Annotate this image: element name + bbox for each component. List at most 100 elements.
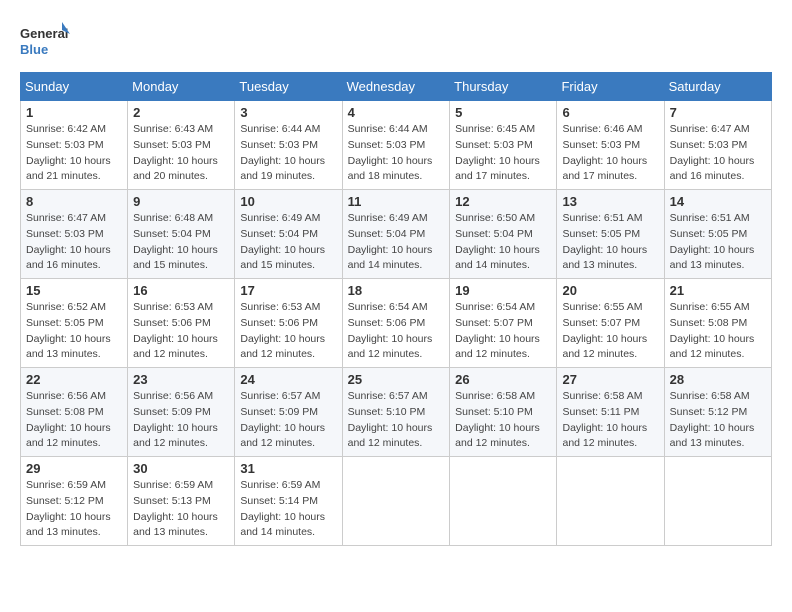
day-number: 7	[670, 105, 766, 120]
day-info: Sunrise: 6:46 AMSunset: 5:03 PMDaylight:…	[562, 122, 658, 185]
day-cell-29: 29 Sunrise: 6:59 AMSunset: 5:12 PMDayligh…	[21, 457, 128, 546]
day-number: 2	[133, 105, 229, 120]
day-number: 23	[133, 372, 229, 387]
day-number: 12	[455, 194, 551, 209]
day-number: 19	[455, 283, 551, 298]
day-info: Sunrise: 6:58 AMSunset: 5:12 PMDaylight:…	[670, 389, 766, 452]
empty-day-cell	[342, 457, 450, 546]
day-number: 13	[562, 194, 658, 209]
day-number: 28	[670, 372, 766, 387]
day-info: Sunrise: 6:44 AMSunset: 5:03 PMDaylight:…	[240, 122, 336, 185]
day-cell-17: 17 Sunrise: 6:53 AMSunset: 5:06 PMDayligh…	[235, 279, 342, 368]
day-cell-16: 16 Sunrise: 6:53 AMSunset: 5:06 PMDayligh…	[128, 279, 235, 368]
day-number: 6	[562, 105, 658, 120]
calendar-week-row: 29 Sunrise: 6:59 AMSunset: 5:12 PMDayligh…	[21, 457, 772, 546]
day-info: Sunrise: 6:54 AMSunset: 5:06 PMDaylight:…	[348, 300, 445, 363]
day-info: Sunrise: 6:56 AMSunset: 5:08 PMDaylight:…	[26, 389, 122, 452]
day-info: Sunrise: 6:55 AMSunset: 5:07 PMDaylight:…	[562, 300, 658, 363]
day-cell-4: 4 Sunrise: 6:44 AMSunset: 5:03 PMDaylight…	[342, 101, 450, 190]
day-cell-3: 3 Sunrise: 6:44 AMSunset: 5:03 PMDaylight…	[235, 101, 342, 190]
day-info: Sunrise: 6:52 AMSunset: 5:05 PMDaylight:…	[26, 300, 122, 363]
day-info: Sunrise: 6:59 AMSunset: 5:14 PMDaylight:…	[240, 478, 336, 541]
day-info: Sunrise: 6:53 AMSunset: 5:06 PMDaylight:…	[240, 300, 336, 363]
day-info: Sunrise: 6:49 AMSunset: 5:04 PMDaylight:…	[240, 211, 336, 274]
day-cell-1: 1 Sunrise: 6:42 AMSunset: 5:03 PMDaylight…	[21, 101, 128, 190]
day-info: Sunrise: 6:59 AMSunset: 5:12 PMDaylight:…	[26, 478, 122, 541]
day-cell-22: 22Sunrise: 6:56 AMSunset: 5:08 PMDayligh…	[21, 368, 128, 457]
day-header-sunday: Sunday	[21, 73, 128, 101]
day-cell-18: 18Sunrise: 6:54 AMSunset: 5:06 PMDayligh…	[342, 279, 450, 368]
day-info: Sunrise: 6:44 AMSunset: 5:03 PMDaylight:…	[348, 122, 445, 185]
day-cell-10: 10 Sunrise: 6:49 AMSunset: 5:04 PMDayligh…	[235, 190, 342, 279]
day-number: 24	[240, 372, 336, 387]
day-cell-24: 24 Sunrise: 6:57 AMSunset: 5:09 PMDayligh…	[235, 368, 342, 457]
day-number: 21	[670, 283, 766, 298]
day-number: 31	[240, 461, 336, 476]
day-cell-12: 12 Sunrise: 6:50 AMSunset: 5:04 PMDayligh…	[450, 190, 557, 279]
svg-text:Blue: Blue	[20, 42, 48, 57]
day-info: Sunrise: 6:51 AMSunset: 5:05 PMDaylight:…	[670, 211, 766, 274]
day-number: 3	[240, 105, 336, 120]
day-info: Sunrise: 6:50 AMSunset: 5:04 PMDaylight:…	[455, 211, 551, 274]
day-cell-19: 19 Sunrise: 6:54 AMSunset: 5:07 PMDayligh…	[450, 279, 557, 368]
day-cell-27: 27 Sunrise: 6:58 AMSunset: 5:11 PMDayligh…	[557, 368, 664, 457]
day-cell-2: 2 Sunrise: 6:43 AMSunset: 5:03 PMDaylight…	[128, 101, 235, 190]
calendar-header-row: SundayMondayTuesdayWednesdayThursdayFrid…	[21, 73, 772, 101]
calendar-week-row: 15Sunrise: 6:52 AMSunset: 5:05 PMDayligh…	[21, 279, 772, 368]
day-cell-23: 23 Sunrise: 6:56 AMSunset: 5:09 PMDayligh…	[128, 368, 235, 457]
page-container: General Blue SundayMondayTuesdayWednesda…	[20, 20, 772, 546]
day-info: Sunrise: 6:54 AMSunset: 5:07 PMDaylight:…	[455, 300, 551, 363]
day-header-monday: Monday	[128, 73, 235, 101]
day-header-friday: Friday	[557, 73, 664, 101]
day-number: 10	[240, 194, 336, 209]
day-cell-20: 20 Sunrise: 6:55 AMSunset: 5:07 PMDayligh…	[557, 279, 664, 368]
day-number: 20	[562, 283, 658, 298]
day-number: 14	[670, 194, 766, 209]
day-number: 29	[26, 461, 122, 476]
day-header-saturday: Saturday	[664, 73, 771, 101]
day-info: Sunrise: 6:56 AMSunset: 5:09 PMDaylight:…	[133, 389, 229, 452]
logo-svg: General Blue	[20, 20, 70, 62]
day-cell-8: 8Sunrise: 6:47 AMSunset: 5:03 PMDaylight…	[21, 190, 128, 279]
day-header-tuesday: Tuesday	[235, 73, 342, 101]
day-number: 25	[348, 372, 445, 387]
svg-text:General: General	[20, 26, 68, 41]
day-number: 11	[348, 194, 445, 209]
day-cell-6: 6 Sunrise: 6:46 AMSunset: 5:03 PMDaylight…	[557, 101, 664, 190]
day-cell-25: 25 Sunrise: 6:57 AMSunset: 5:10 PMDayligh…	[342, 368, 450, 457]
day-info: Sunrise: 6:58 AMSunset: 5:11 PMDaylight:…	[562, 389, 658, 452]
day-number: 26	[455, 372, 551, 387]
day-cell-13: 13 Sunrise: 6:51 AMSunset: 5:05 PMDayligh…	[557, 190, 664, 279]
empty-day-cell	[664, 457, 771, 546]
day-number: 4	[348, 105, 445, 120]
day-cell-11: 11 Sunrise: 6:49 AMSunset: 5:04 PMDayligh…	[342, 190, 450, 279]
empty-day-cell	[450, 457, 557, 546]
day-info: Sunrise: 6:49 AMSunset: 5:04 PMDaylight:…	[348, 211, 445, 274]
day-number: 16	[133, 283, 229, 298]
day-number: 17	[240, 283, 336, 298]
day-info: Sunrise: 6:47 AMSunset: 5:03 PMDaylight:…	[670, 122, 766, 185]
day-info: Sunrise: 6:57 AMSunset: 5:09 PMDaylight:…	[240, 389, 336, 452]
empty-day-cell	[557, 457, 664, 546]
day-number: 30	[133, 461, 229, 476]
calendar-week-row: 22Sunrise: 6:56 AMSunset: 5:08 PMDayligh…	[21, 368, 772, 457]
day-info: Sunrise: 6:48 AMSunset: 5:04 PMDaylight:…	[133, 211, 229, 274]
day-cell-26: 26 Sunrise: 6:58 AMSunset: 5:10 PMDayligh…	[450, 368, 557, 457]
day-info: Sunrise: 6:57 AMSunset: 5:10 PMDaylight:…	[348, 389, 445, 452]
day-info: Sunrise: 6:53 AMSunset: 5:06 PMDaylight:…	[133, 300, 229, 363]
day-header-thursday: Thursday	[450, 73, 557, 101]
day-number: 1	[26, 105, 122, 120]
day-cell-14: 14 Sunrise: 6:51 AMSunset: 5:05 PMDayligh…	[664, 190, 771, 279]
day-number: 9	[133, 194, 229, 209]
day-info: Sunrise: 6:51 AMSunset: 5:05 PMDaylight:…	[562, 211, 658, 274]
day-info: Sunrise: 6:42 AMSunset: 5:03 PMDaylight:…	[26, 122, 122, 185]
day-info: Sunrise: 6:45 AMSunset: 5:03 PMDaylight:…	[455, 122, 551, 185]
day-number: 27	[562, 372, 658, 387]
day-header-wednesday: Wednesday	[342, 73, 450, 101]
day-info: Sunrise: 6:55 AMSunset: 5:08 PMDaylight:…	[670, 300, 766, 363]
day-info: Sunrise: 6:43 AMSunset: 5:03 PMDaylight:…	[133, 122, 229, 185]
calendar-week-row: 1 Sunrise: 6:42 AMSunset: 5:03 PMDaylight…	[21, 101, 772, 190]
header: General Blue	[20, 20, 772, 62]
day-info: Sunrise: 6:47 AMSunset: 5:03 PMDaylight:…	[26, 211, 122, 274]
day-info: Sunrise: 6:58 AMSunset: 5:10 PMDaylight:…	[455, 389, 551, 452]
